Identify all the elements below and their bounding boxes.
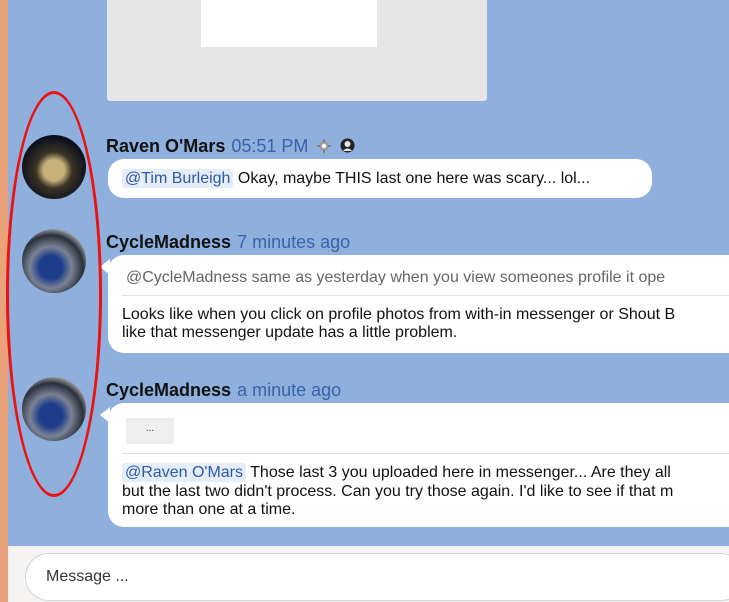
gear-badge-icon [317,137,332,158]
red-highlight-ellipse [6,91,102,497]
message-header: CycleMadness 7 minutes ago [106,232,350,253]
message-text-line: but the last two didn't process. Can you… [122,483,674,500]
divider [122,295,729,296]
author-name[interactable]: Raven O'Mars [106,136,225,156]
mention-link[interactable]: @Raven O'Mars [122,463,246,482]
expand-quote-button[interactable]: ... [126,418,174,444]
message-bubble: @CycleMadness same as yesterday when you… [100,255,729,353]
chat-area: Raven O'Mars 05:51 PM @Tim Burleigh Okay,… [8,0,729,546]
message-text-line: @Raven O'Mars Those last 3 you uploaded … [122,463,671,482]
message-input[interactable] [25,553,729,601]
message-text: Those last 3 you uploaded here in messen… [250,464,671,481]
timestamp: 05:51 PM [231,136,309,156]
message-bubble: @Tim Burleigh Okay, maybe THIS last one … [108,159,652,198]
message-bubble: ... @Raven O'Mars Those last 3 you uploa… [100,403,729,527]
image-attachment[interactable] [107,0,487,101]
user-badge-icon [340,137,355,158]
message-text-line: @Tim Burleigh Okay, maybe THIS last one … [122,169,591,188]
message-text-line: Looks like when you click on profile pho… [122,306,676,323]
message-header: CycleMadness a minute ago [106,380,341,401]
message-text-line: more than one at a time. [122,501,296,518]
message-header: Raven O'Mars 05:51 PM [106,136,355,158]
message-text: Okay, maybe THIS last one here was scary… [237,170,591,187]
author-name[interactable]: CycleMadness [106,380,231,400]
compose-bar [8,546,729,602]
timestamp: a minute ago [237,380,342,400]
message-text-line: like that messenger update has a little … [122,324,458,341]
quoted-reply[interactable]: @CycleMadness same as yesterday when you… [126,269,665,287]
mention-link[interactable]: @Tim Burleigh [122,169,234,188]
divider [122,453,729,454]
author-name[interactable]: CycleMadness [106,232,231,252]
timestamp: 7 minutes ago [237,232,351,252]
image-preview [201,0,377,47]
